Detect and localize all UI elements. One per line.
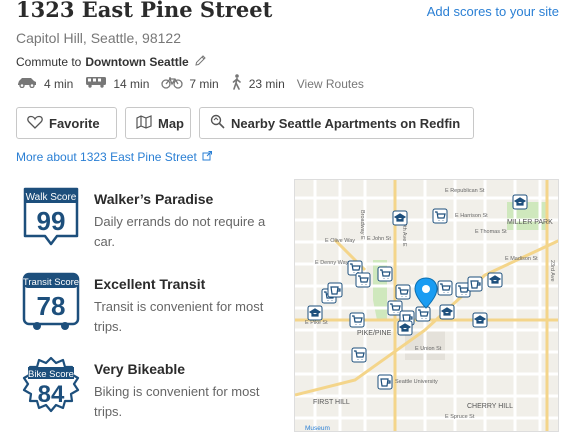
add-scores-link[interactable]: Add scores to your site (427, 4, 559, 19)
map-label: 23rd Ave (549, 260, 555, 282)
nearby-apartments-button[interactable]: Nearby Seattle Apartments on Redfin (199, 107, 474, 139)
heart-icon (27, 115, 49, 132)
map-icon (136, 114, 158, 132)
map-label: Broadway E (359, 210, 365, 240)
school-poi-icon[interactable] (439, 304, 455, 320)
map-label: MILLER PARK (507, 219, 553, 226)
more-about-label: More about 1323 East Pine Street (16, 150, 197, 164)
walk-icon (231, 74, 249, 93)
map-label: E Harrison St (455, 213, 488, 219)
map-label: CHERRY HILL (467, 403, 513, 410)
school-poi-icon[interactable] (487, 272, 503, 288)
commute-destination[interactable]: Downtown Seattle (85, 55, 188, 69)
map-label: Map (158, 115, 184, 131)
bus-time: 14 min (113, 76, 150, 91)
bike-score-description: Biking is convenient for most trips. (94, 384, 260, 419)
bike-score-value: 84 (38, 381, 65, 408)
walk-score-badge[interactable]: Walk Score 99 (21, 186, 81, 252)
bike-score-label: Bike Score (28, 369, 74, 380)
commute-mode-bike[interactable]: 7 min (161, 76, 219, 92)
bike-time: 7 min (189, 76, 219, 91)
walk-score-value: 99 (37, 206, 66, 236)
map-label: E Denny Way (315, 260, 349, 266)
commute-mode-walk[interactable]: 23 min (231, 74, 285, 93)
transit-score-badge[interactable]: Transit Score 78 (21, 271, 81, 337)
map-label: E Madison St (505, 256, 538, 262)
nearby-label: Nearby Seattle Apartments on Redfin (231, 115, 461, 131)
pencil-icon[interactable] (194, 54, 207, 70)
map-label: PIKE/PINE (357, 330, 392, 337)
grocery-poi-icon[interactable] (437, 280, 453, 296)
transit-score-label: Transit Score (23, 277, 79, 288)
action-buttons: Favorite Map Nearby Seattle Apartments o… (16, 107, 482, 139)
map-label: E Republican St (445, 188, 485, 194)
school-poi-icon[interactable] (397, 320, 413, 336)
commute-mode-bus[interactable]: 14 min (85, 76, 149, 91)
walk-score-row: Walk Score 99 Walker’s Paradise Daily er… (16, 186, 286, 256)
grocery-poi-icon[interactable] (395, 284, 411, 300)
commute-line: Commute to Downtown Seattle (16, 54, 207, 70)
car-icon (16, 76, 44, 91)
bus-icon (85, 76, 113, 91)
transit-score-description: Transit is convenient for most trips. (94, 299, 264, 334)
transit-score-heading: Excellent Transit (94, 276, 206, 292)
grocery-poi-icon[interactable] (432, 208, 448, 224)
external-link-icon (197, 150, 212, 164)
transit-score-value: 78 (37, 291, 66, 321)
grocery-poi-icon[interactable] (349, 312, 365, 328)
page-title: 1323 East Pine Street (16, 0, 273, 22)
school-poi-icon[interactable] (512, 194, 528, 210)
car-time: 4 min (44, 76, 74, 91)
map-label: E Pike St (305, 320, 328, 326)
grocery-poi-icon[interactable] (355, 272, 371, 288)
walk-score-description: Daily errands do not require a car. (94, 214, 266, 249)
map-label: E Spruce St (445, 414, 475, 420)
neighborhood-subtitle: Capitol Hill, Seattle, 98122 (16, 30, 181, 46)
commute-modes: 4 min 14 min 7 min 23 min View Routes (16, 74, 364, 93)
map-button[interactable]: Map (125, 107, 191, 139)
map-label: E Thomas St (475, 229, 507, 235)
cafe-poi-icon[interactable] (327, 282, 343, 298)
cafe-poi-icon[interactable] (467, 276, 483, 292)
more-about-link[interactable]: More about 1323 East Pine Street (16, 150, 212, 164)
grocery-poi-icon[interactable] (377, 266, 393, 282)
map-label: Seattle University (395, 379, 438, 385)
cafe-poi-icon[interactable] (377, 374, 393, 390)
favorite-button[interactable]: Favorite (16, 107, 117, 139)
map-label: E John St (367, 236, 391, 242)
school-poi-icon[interactable] (392, 210, 408, 226)
bike-score-row: Bike Score 84 Very Bikeable Biking is co… (16, 356, 286, 426)
commute-mode-car[interactable]: 4 min (16, 76, 73, 91)
commute-prefix: Commute to (16, 55, 82, 69)
map-label: FIRST HILL (313, 399, 350, 406)
transit-score-row: Transit Score 78 Excellent Transit Trans… (16, 271, 286, 341)
bike-icon (161, 76, 189, 92)
bike-score-badge[interactable]: Bike Score 84 (21, 356, 81, 422)
neighborhood-map[interactable]: E Republican St Broadway E 10th Ave E E … (294, 179, 559, 432)
view-routes-link[interactable]: View Routes (297, 77, 364, 91)
walk-time: 23 min (248, 76, 285, 91)
search-icon (210, 114, 231, 132)
map-label: E Olive Way (325, 238, 355, 244)
walk-score-label: Walk Score (26, 192, 77, 203)
school-poi-icon[interactable] (307, 305, 323, 321)
map-label: Museum (305, 425, 330, 432)
map-label: E Union St (415, 346, 442, 352)
map-canvas[interactable]: E Republican St Broadway E 10th Ave E E … (295, 180, 559, 432)
bike-score-heading: Very Bikeable (94, 361, 186, 377)
favorite-label: Favorite (49, 115, 100, 131)
grocery-poi-icon[interactable] (351, 347, 367, 363)
walk-score-heading: Walker’s Paradise (94, 191, 214, 207)
school-poi-icon[interactable] (472, 312, 488, 328)
grocery-poi-icon[interactable] (415, 306, 431, 322)
